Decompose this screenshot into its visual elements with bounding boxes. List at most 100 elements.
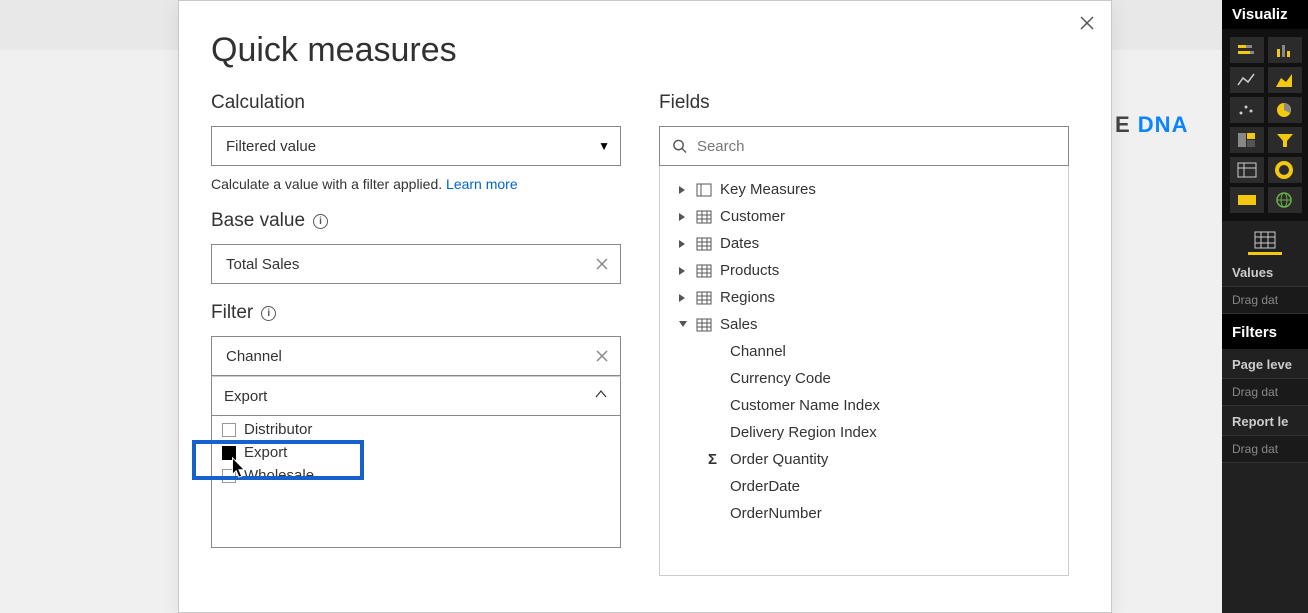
base-value-text: Total Sales	[226, 256, 299, 273]
cursor-icon	[227, 456, 249, 482]
values-drop-hint[interactable]: Drag dat	[1222, 286, 1308, 314]
viz-type-grid	[1222, 29, 1308, 221]
fields-tree-table[interactable]: Regions	[660, 284, 1068, 311]
calculation-value: Filtered value	[226, 138, 316, 155]
close-button[interactable]	[1071, 7, 1103, 39]
viz-type-button[interactable]	[1230, 157, 1264, 183]
fields-tree-table[interactable]: Sales	[660, 311, 1068, 338]
tree-node-label: Products	[720, 262, 779, 279]
tree-node-label: Customer	[720, 208, 785, 225]
tree-node-label: Dates	[720, 235, 759, 252]
scatter-icon	[1236, 101, 1258, 119]
fields-tree-column[interactable]: OrderDate	[660, 473, 1068, 500]
treemap-icon	[1236, 131, 1258, 149]
dialog-title: Quick measures	[179, 1, 1111, 92]
selection-highlight	[192, 440, 364, 480]
chevron-right-icon	[678, 266, 688, 276]
info-icon: i	[261, 306, 276, 321]
grid-icon	[1254, 231, 1276, 249]
tree-node-label: Currency Code	[730, 370, 831, 387]
tree-node-label: Channel	[730, 343, 786, 360]
fields-tree-column[interactable]: Σ Order Quantity	[660, 446, 1068, 473]
visualizations-panel: Visualiz Values Drag dat Filters Page le…	[1222, 0, 1308, 613]
fields-search[interactable]	[659, 126, 1069, 166]
tree-node-label: OrderDate	[730, 478, 800, 495]
filter-field-text: Channel	[226, 348, 282, 365]
filter-value-selected: Export	[224, 388, 267, 405]
background-logo: E DNA	[1115, 112, 1188, 138]
table-icon	[696, 264, 712, 278]
stacked-bar-icon	[1236, 41, 1258, 59]
learn-more-link[interactable]: Learn more	[446, 176, 518, 192]
viz-type-button[interactable]	[1230, 67, 1264, 93]
search-icon	[672, 138, 687, 154]
clear-base-value-button[interactable]	[594, 256, 610, 272]
tree-node-label: Delivery Region Index	[730, 424, 877, 441]
tree-node-label: Key Measures	[720, 181, 816, 198]
chevron-right-icon	[678, 212, 688, 222]
viz-type-button[interactable]	[1268, 187, 1302, 213]
chevron-up-icon	[594, 387, 608, 405]
viz-type-button[interactable]	[1230, 187, 1264, 213]
page-filters-drop-hint[interactable]: Drag dat	[1222, 378, 1308, 406]
fields-tree-table[interactable]: Dates	[660, 230, 1068, 257]
viz-type-button[interactable]	[1268, 157, 1302, 183]
filter-field[interactable]: Channel	[211, 336, 621, 376]
viz-type-button[interactable]	[1268, 127, 1302, 153]
checkbox-icon	[222, 423, 236, 437]
fields-tree-column[interactable]: Currency Code	[660, 365, 1068, 392]
filter-value-dropdown[interactable]: Export	[211, 376, 621, 416]
viz-type-button[interactable]	[1268, 67, 1302, 93]
table-icon	[696, 237, 712, 251]
tree-node-label: OrderNumber	[730, 505, 822, 522]
area-icon	[1274, 71, 1296, 89]
viz-type-button[interactable]	[1230, 97, 1264, 123]
filter-option-label: Distributor	[244, 421, 312, 438]
chevron-right-icon	[678, 293, 688, 303]
line-icon	[1236, 71, 1258, 89]
viz-type-button[interactable]	[1268, 37, 1302, 63]
table-viz-icon	[1236, 161, 1258, 179]
close-icon	[596, 258, 608, 270]
viz-type-button[interactable]	[1230, 37, 1264, 63]
donut-icon	[1274, 161, 1296, 179]
fields-search-input[interactable]	[697, 138, 1056, 155]
tree-node-label: Order Quantity	[730, 451, 828, 468]
viz-type-button[interactable]	[1230, 127, 1264, 153]
report-level-filters-label: Report le	[1222, 406, 1308, 435]
fields-tree-column[interactable]: Customer Name Index	[660, 392, 1068, 419]
calculation-select[interactable]: Filtered value ▼	[211, 126, 621, 166]
fields-tree-column[interactable]: Channel	[660, 338, 1068, 365]
fields-tree-table[interactable]: Products	[660, 257, 1068, 284]
table-icon	[696, 210, 712, 224]
clear-filter-button[interactable]	[594, 348, 610, 364]
tree-node-label: Customer Name Index	[730, 397, 880, 414]
chevron-right-icon	[678, 239, 688, 249]
funnel-icon	[1274, 131, 1296, 149]
close-icon	[1080, 16, 1094, 30]
filter-option[interactable]: Distributor	[212, 418, 620, 441]
column-icon	[1274, 41, 1296, 59]
table-icon	[696, 318, 712, 332]
report-filters-drop-hint[interactable]: Drag dat	[1222, 435, 1308, 463]
base-value-field[interactable]: Total Sales	[211, 244, 621, 284]
table-icon	[696, 291, 712, 305]
caret-down-icon: ▼	[598, 139, 610, 153]
card-icon	[1236, 191, 1258, 209]
viz-type-button[interactable]	[1268, 97, 1302, 123]
fields-well-tab[interactable]	[1248, 227, 1282, 255]
fields-tree-table[interactable]: Customer	[660, 203, 1068, 230]
close-icon	[596, 350, 608, 362]
fields-tree[interactable]: Key Measures Customer Dates Products Regions…	[659, 166, 1069, 576]
fields-tree-table[interactable]: Key Measures	[660, 176, 1068, 203]
calculation-helptext: Calculate a value with a filter applied.…	[211, 176, 621, 192]
values-label: Values	[1222, 257, 1308, 286]
filter-options-list: DistributorExportWholesale	[211, 416, 621, 548]
page-level-filters-label: Page leve	[1222, 349, 1308, 378]
sigma-icon: Σ	[708, 451, 722, 468]
tree-node-label: Regions	[720, 289, 775, 306]
filter-label: Filter	[211, 302, 253, 324]
chevron-down-icon	[678, 320, 688, 330]
fields-tree-column[interactable]: Delivery Region Index	[660, 419, 1068, 446]
fields-tree-column[interactable]: OrderNumber	[660, 500, 1068, 527]
